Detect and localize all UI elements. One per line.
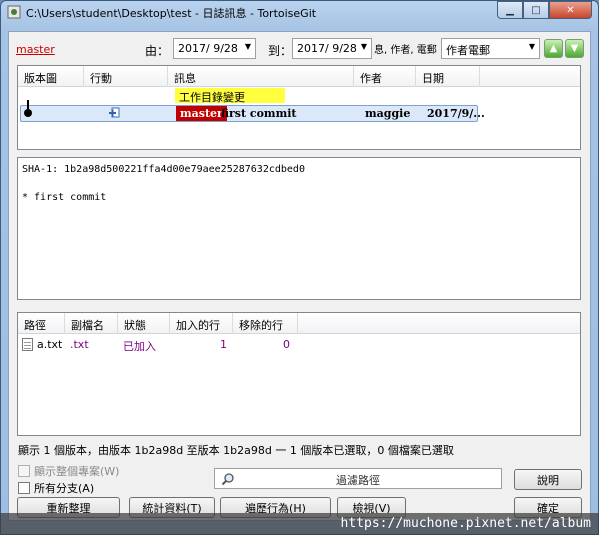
- title-bar[interactable]: C:\Users\student\Desktop\test - 日誌訊息 - T…: [1, 1, 598, 25]
- prev-button[interactable]: ▲: [544, 39, 563, 58]
- show-whole-project-checkbox[interactable]: 顯示整個專案(W): [18, 463, 119, 479]
- to-label: 到：: [268, 44, 293, 58]
- close-button[interactable]: ✕: [549, 1, 592, 19]
- commit-message: first commit: [221, 107, 297, 120]
- branch-link[interactable]: master: [16, 43, 55, 56]
- branch-ref-badge: master: [176, 106, 227, 121]
- commit-message-body: * first commit: [22, 192, 107, 203]
- log-dialog-window: C:\Users\student\Desktop\test - 日誌訊息 - T…: [0, 0, 599, 535]
- working-dir-changes-row[interactable]: 工作目錄變更: [175, 88, 285, 104]
- from-date-value: 2017/ 9/28: [178, 42, 238, 55]
- path-filter-input[interactable]: 過濾路徑: [214, 468, 502, 489]
- all-branches-checkbox[interactable]: 所有分支(A): [18, 480, 94, 496]
- commit-date: 2017/9/...: [427, 107, 485, 120]
- from-date-picker[interactable]: 2017/ 9/28 ▼: [173, 38, 256, 59]
- column-header-graph[interactable]: 版本圖: [18, 66, 84, 87]
- tortoisegit-icon: [7, 5, 21, 19]
- chevron-down-icon: ▼: [360, 42, 367, 51]
- column-header-date[interactable]: 日期: [416, 66, 480, 87]
- column-header-extension[interactable]: 副檔名: [65, 313, 118, 334]
- column-header-lines-removed[interactable]: 移除的行: [233, 313, 298, 334]
- dialog-client-area: master 由： 2017/ 9/28 ▼ 到： 2017/ 9/28 ▼ 息…: [8, 31, 591, 521]
- minimize-button[interactable]: ▁: [497, 1, 523, 19]
- up-arrow-icon: ▲: [549, 43, 558, 54]
- column-header-actions[interactable]: 行動: [84, 66, 168, 87]
- graph-node-icon: [24, 109, 32, 117]
- file-lines-added: 1: [220, 338, 227, 351]
- chevron-down-icon: ▼: [244, 42, 251, 51]
- column-header-lines-added[interactable]: 加入的行: [170, 313, 233, 334]
- file-status: 已加入: [123, 340, 156, 353]
- search-filter-input[interactable]: 息, 作者, 電郵: [374, 41, 438, 56]
- file-path: a.txt: [37, 338, 63, 351]
- column-header-message[interactable]: 訊息: [168, 66, 354, 87]
- status-text: 顯示 1 個版本，由版本 1b2a98d 至版本 1b2a98d 一 1 個版本…: [18, 444, 454, 457]
- all-branches-label: 所有分支(A): [34, 482, 95, 495]
- down-arrow-icon: ▼: [570, 43, 579, 54]
- file-added-icon: [109, 107, 120, 118]
- watermark: https://muchone.pixnet.net/album: [0, 513, 599, 535]
- revision-list-header: 版本圖 行動 訊息 作者 日期: [18, 66, 580, 87]
- path-filter-placeholder: 過濾路徑: [336, 474, 380, 487]
- checkbox-box: [18, 482, 30, 494]
- file-lines-removed: 0: [283, 338, 290, 351]
- revision-list[interactable]: 版本圖 行動 訊息 作者 日期 工作目錄變更 master first comm…: [17, 65, 581, 150]
- commit-row[interactable]: master first commit maggie 2017/9/...: [20, 100, 485, 122]
- commit-message-pane[interactable]: SHA-1: 1b2a98d500221ffa4d00e79aee2528763…: [17, 157, 581, 300]
- from-label: 由：: [145, 44, 170, 58]
- file-extension: .txt: [70, 338, 89, 351]
- window-controls: ▁ □ ✕: [497, 1, 592, 19]
- commit-author: maggie: [365, 107, 411, 120]
- show-whole-project-label: 顯示整個專案(W): [34, 465, 120, 478]
- text-file-icon: [22, 338, 33, 351]
- filter-field-value: 作者電郵: [446, 44, 490, 57]
- chevron-down-icon: ▼: [528, 42, 535, 51]
- column-header-author[interactable]: 作者: [354, 66, 416, 87]
- graph-line: [27, 100, 29, 109]
- next-button[interactable]: ▼: [565, 39, 584, 58]
- column-header-path[interactable]: 路徑: [18, 313, 65, 334]
- to-date-picker[interactable]: 2017/ 9/28 ▼: [292, 38, 372, 59]
- sha-line: SHA-1: 1b2a98d500221ffa4d00e79aee2528763…: [22, 164, 305, 175]
- checkbox-box: [18, 465, 30, 477]
- maximize-button[interactable]: □: [523, 1, 549, 19]
- help-button[interactable]: 說明: [514, 469, 582, 490]
- changed-files-list[interactable]: 路徑 副檔名 狀態 加入的行 移除的行 a.txt .txt 已加入 1 0: [17, 312, 581, 436]
- window-title: C:\Users\student\Desktop\test - 日誌訊息 - T…: [26, 7, 317, 20]
- file-row[interactable]: a.txt .txt 已加入 1 0: [18, 337, 580, 353]
- to-date-value: 2017/ 9/28: [297, 42, 357, 55]
- filter-field-select[interactable]: 作者電郵 ▼: [441, 38, 540, 59]
- files-list-header: 路徑 副檔名 狀態 加入的行 移除的行: [18, 313, 580, 334]
- column-header-status[interactable]: 狀態: [118, 313, 170, 334]
